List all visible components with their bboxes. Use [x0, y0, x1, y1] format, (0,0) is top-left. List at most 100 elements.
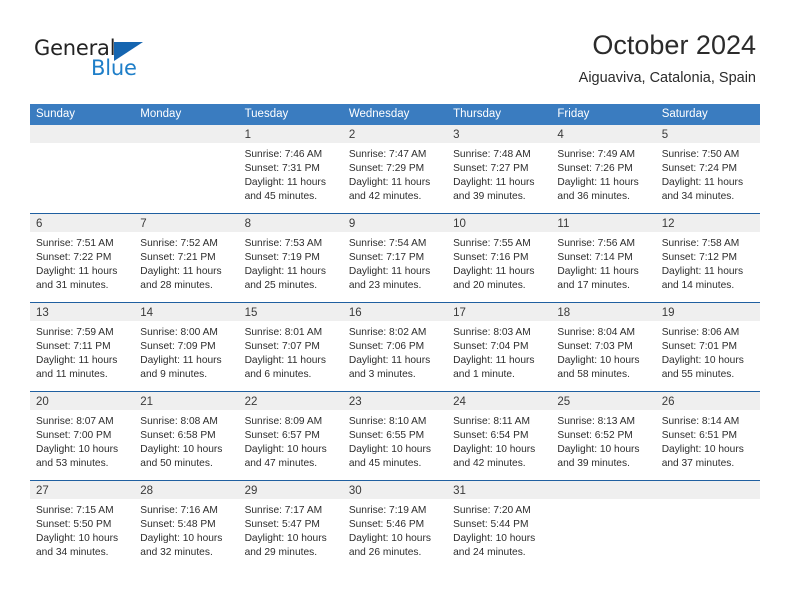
day-number-band: 12: [655, 214, 760, 232]
calendar-day-cell[interactable]: 19 Sunrise: 8:06 AM Sunset: 7:01 PM Dayligh…: [655, 303, 760, 391]
day-details: Sunrise: 8:11 AM Sunset: 6:54 PM Daylight:…: [447, 410, 551, 471]
calendar-day-cell[interactable]: 2 Sunrise: 7:47 AM Sunset: 7:29 PM Daylight…: [342, 125, 448, 213]
calendar-day-cell[interactable]: 1 Sunrise: 7:46 AM Sunset: 7:31 PM Daylight…: [238, 125, 343, 213]
day-details: Sunrise: 7:58 AM Sunset: 7:12 PM Daylight:…: [656, 232, 760, 293]
day-number-band: 23: [342, 392, 448, 410]
calendar-day-cell[interactable]: 13 Sunrise: 7:59 AM Sunset: 7:11 PM Dayligh…: [30, 303, 135, 391]
calendar-day-cell[interactable]: 24 Sunrise: 8:11 AM Sunset: 6:54 PM Dayligh…: [447, 392, 552, 480]
daylight-text: and 39 minutes.: [453, 191, 526, 202]
daylight-text: and 42 minutes.: [348, 191, 422, 202]
day-number: 2: [348, 129, 356, 141]
page-header: General Blue October 2024 Aiguaviva, Cat…: [0, 0, 792, 100]
day-number-band: 26: [655, 392, 760, 410]
daylight-text: and 20 minutes.: [453, 280, 526, 291]
sunset-text: Sunset: 7:03 PM: [557, 341, 633, 352]
calendar-day-cell[interactable]: 21 Sunrise: 8:08 AM Sunset: 6:58 PM Dayligh…: [134, 392, 239, 480]
day-number-band: 10: [447, 214, 552, 232]
calendar-day-cell[interactable]: 6 Sunrise: 7:51 AM Sunset: 7:22 PM Daylight…: [30, 214, 135, 302]
sunset-text: Sunset: 5:44 PM: [453, 519, 529, 530]
day-details: Sunrise: 7:51 AM Sunset: 7:22 PM Daylight:…: [30, 232, 134, 293]
calendar-day-cell[interactable]: 7 Sunrise: 7:52 AM Sunset: 7:21 PM Daylight…: [134, 214, 239, 302]
calendar-day-cell[interactable]: 23 Sunrise: 8:10 AM Sunset: 6:55 PM Dayligh…: [342, 392, 448, 480]
day-number: 23: [348, 396, 362, 408]
daylight-text: and 28 minutes.: [140, 280, 213, 291]
sunrise-text: Sunrise: 8:04 AM: [557, 327, 635, 338]
calendar-day-cell[interactable]: 30 Sunrise: 7:19 AM Sunset: 5:46 PM Dayligh…: [342, 481, 448, 569]
day-details: Sunrise: 7:16 AM Sunset: 5:48 PM Daylight:…: [134, 499, 238, 560]
weekday-header-tuesday: Tuesday: [244, 108, 289, 120]
calendar-day-cell[interactable]: 9 Sunrise: 7:54 AM Sunset: 7:17 PM Daylight…: [342, 214, 448, 302]
sunrise-text: Sunrise: 7:15 AM: [36, 505, 114, 516]
weekday-header-friday: Friday: [557, 108, 590, 120]
daylight-text: Daylight: 10 hours: [453, 444, 536, 455]
sunrise-text: Sunrise: 8:02 AM: [348, 327, 427, 338]
sunset-text: Sunset: 7:04 PM: [453, 341, 529, 352]
day-details: Sunrise: 8:03 AM Sunset: 7:04 PM Daylight:…: [447, 321, 551, 382]
day-number-band: 16: [342, 303, 448, 321]
calendar-day-cell[interactable]: 25 Sunrise: 8:13 AM Sunset: 6:52 PM Dayligh…: [551, 392, 656, 480]
day-number-band: 5: [655, 125, 760, 143]
sunset-text: Sunset: 7:24 PM: [661, 163, 738, 174]
day-number-band: 2: [342, 125, 448, 143]
calendar-day-cell[interactable]: 22 Sunrise: 8:09 AM Sunset: 6:57 PM Dayligh…: [238, 392, 343, 480]
calendar-day-cell[interactable]: 11 Sunrise: 7:56 AM Sunset: 7:14 PM Dayligh…: [551, 214, 656, 302]
daylight-text: Daylight: 11 hours: [453, 177, 535, 188]
day-number-band: [655, 481, 760, 499]
calendar-day-cell[interactable]: 20 Sunrise: 8:07 AM Sunset: 7:00 PM Dayligh…: [30, 392, 135, 480]
daylight-text: and 23 minutes.: [348, 280, 422, 291]
daylight-text: Daylight: 10 hours: [453, 533, 536, 544]
sunset-text: Sunset: 7:06 PM: [348, 341, 425, 352]
weekday-header-row: Sunday Monday Tuesday Wednesday Thursday Frid…: [30, 104, 760, 125]
calendar-day-cell[interactable]: 4 Sunrise: 7:49 AM Sunset: 7:26 PM Daylight…: [551, 125, 656, 213]
calendar-day-cell[interactable]: 12 Sunrise: 7:58 AM Sunset: 7:12 PM Dayligh…: [655, 214, 760, 302]
day-details: Sunrise: 8:09 AM Sunset: 6:57 PM Daylight:…: [239, 410, 343, 471]
calendar-day-cell[interactable]: 29 Sunrise: 7:17 AM Sunset: 5:47 PM Dayligh…: [238, 481, 343, 569]
sunset-text: Sunset: 5:48 PM: [140, 519, 216, 530]
day-number-band: [551, 481, 656, 499]
calendar-day-cell[interactable]: 18 Sunrise: 8:04 AM Sunset: 7:03 PM Dayligh…: [551, 303, 656, 391]
calendar-day-cell[interactable]: 17 Sunrise: 8:03 AM Sunset: 7:04 PM Dayligh…: [447, 303, 552, 391]
sunrise-text: Sunrise: 7:51 AM: [36, 238, 114, 249]
day-number-band: 7: [134, 214, 239, 232]
day-details: Sunrise: 7:15 AM Sunset: 5:50 PM Daylight:…: [30, 499, 134, 560]
daylight-text: and 3 minutes.: [348, 369, 416, 380]
daylight-text: and 42 minutes.: [453, 458, 526, 469]
sunset-text: Sunset: 7:12 PM: [661, 252, 738, 263]
day-details: Sunrise: 8:14 AM Sunset: 6:51 PM Daylight:…: [656, 410, 760, 471]
day-details: Sunrise: 7:20 AM Sunset: 5:44 PM Daylight:…: [447, 499, 551, 560]
day-number: 7: [140, 218, 147, 230]
day-details: Sunrise: 7:54 AM Sunset: 7:17 PM Daylight:…: [343, 232, 447, 293]
sunset-text: Sunset: 7:26 PM: [557, 163, 633, 174]
day-number: 12: [661, 218, 675, 230]
daylight-text: and 47 minutes.: [244, 458, 318, 469]
calendar-day-cell[interactable]: 31 Sunrise: 7:20 AM Sunset: 5:44 PM Dayligh…: [447, 481, 552, 569]
calendar-day-cell[interactable]: 27 Sunrise: 7:15 AM Sunset: 5:50 PM Dayligh…: [30, 481, 135, 569]
calendar-day-cell[interactable]: 26 Sunrise: 8:14 AM Sunset: 6:51 PM Dayligh…: [655, 392, 760, 480]
calendar-day-cell[interactable]: 5 Sunrise: 7:50 AM Sunset: 7:24 PM Daylight…: [655, 125, 760, 213]
day-details: Sunrise: 7:59 AM Sunset: 7:11 PM Daylight:…: [30, 321, 134, 382]
daylight-text: Daylight: 11 hours: [140, 266, 222, 277]
daylight-text: and 45 minutes.: [348, 458, 422, 469]
calendar-day-cell[interactable]: 8 Sunrise: 7:53 AM Sunset: 7:19 PM Daylight…: [238, 214, 343, 302]
calendar-day-cell[interactable]: 3 Sunrise: 7:48 AM Sunset: 7:27 PM Daylight…: [447, 125, 552, 213]
calendar-day-cell[interactable]: 10 Sunrise: 7:55 AM Sunset: 7:16 PM Dayligh…: [447, 214, 552, 302]
calendar-day-cell[interactable]: 28 Sunrise: 7:16 AM Sunset: 5:48 PM Dayligh…: [134, 481, 239, 569]
daylight-text: and 37 minutes.: [661, 458, 735, 469]
day-details: Sunrise: 8:06 AM Sunset: 7:01 PM Daylight:…: [656, 321, 760, 382]
day-number: 24: [453, 396, 466, 408]
day-number-band: 14: [134, 303, 239, 321]
sunrise-text: Sunrise: 7:49 AM: [557, 149, 635, 160]
calendar-day-cell[interactable]: 15 Sunrise: 8:01 AM Sunset: 7:07 PM Dayligh…: [238, 303, 343, 391]
sunset-text: Sunset: 7:14 PM: [557, 252, 633, 263]
day-number-band: 17: [447, 303, 552, 321]
day-details: Sunrise: 7:49 AM Sunset: 7:26 PM Daylight:…: [551, 143, 655, 204]
calendar-day-cell[interactable]: 16 Sunrise: 8:02 AM Sunset: 7:06 PM Dayligh…: [342, 303, 448, 391]
day-number-band: 28: [134, 481, 239, 499]
day-number-band: 9: [342, 214, 448, 232]
day-details: Sunrise: 8:13 AM Sunset: 6:52 PM Daylight:…: [551, 410, 655, 471]
sunrise-text: Sunrise: 8:01 AM: [244, 327, 323, 338]
daylight-text: and 32 minutes.: [140, 547, 213, 558]
calendar-day-cell[interactable]: 14 Sunrise: 8:00 AM Sunset: 7:09 PM Dayligh…: [134, 303, 239, 391]
day-number-band: 30: [342, 481, 448, 499]
sunrise-text: Sunrise: 7:58 AM: [661, 238, 740, 249]
